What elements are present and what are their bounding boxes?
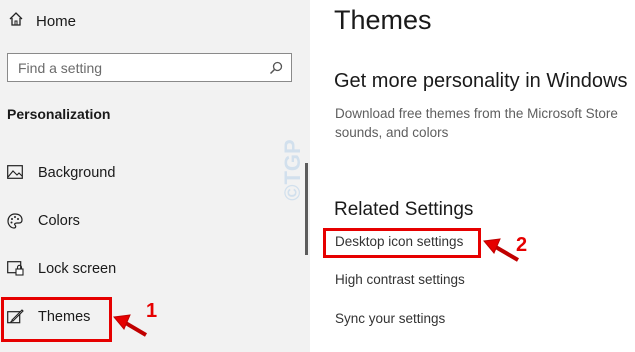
palette-icon bbox=[7, 213, 23, 234]
annotation-arrow-1 bbox=[113, 314, 148, 337]
search-placeholder: Find a setting bbox=[18, 60, 103, 76]
watermark-text: ©TGP bbox=[280, 139, 305, 200]
annotation-step-1: 1 bbox=[146, 300, 158, 322]
high-contrast-settings-link[interactable]: High contrast settings bbox=[335, 272, 465, 287]
sidebar-item-background[interactable]: Background bbox=[0, 155, 300, 191]
sidebar-item-label: Colors bbox=[38, 213, 80, 229]
lock-screen-icon bbox=[7, 261, 24, 281]
home-label: Home bbox=[36, 12, 77, 30]
image-icon bbox=[7, 165, 23, 184]
sidebar-item-label: Background bbox=[38, 165, 116, 181]
page-title: Themes bbox=[334, 5, 432, 35]
personality-description: Download free themes from the Microsoft … bbox=[335, 106, 618, 140]
sync-your-settings-link[interactable]: Sync your settings bbox=[335, 311, 445, 326]
search-icon[interactable] bbox=[269, 61, 283, 80]
sidebar-item-lock-screen[interactable]: Lock screen bbox=[0, 251, 300, 287]
related-settings-heading: Related Settings bbox=[334, 199, 474, 220]
annotation-step-2: 2 bbox=[516, 234, 528, 256]
settings-sidebar: Home Find a setting Personalization Back… bbox=[0, 0, 310, 352]
watermark-logo: ©TGP bbox=[280, 120, 320, 225]
sidebar-item-colors[interactable]: Colors bbox=[0, 203, 300, 239]
main-content: Themes Get more personality in Windows D… bbox=[310, 0, 635, 352]
personality-heading: Get more personality in Windows bbox=[334, 70, 628, 92]
search-input[interactable]: Find a setting bbox=[7, 53, 292, 82]
home-icon bbox=[8, 11, 24, 32]
annotation-highlight-desktop-icon bbox=[323, 228, 481, 258]
annotation-highlight-themes bbox=[1, 297, 112, 342]
sidebar-home[interactable]: Home bbox=[8, 8, 76, 34]
section-title: Personalization bbox=[7, 106, 111, 122]
sidebar-item-label: Lock screen bbox=[38, 261, 117, 277]
